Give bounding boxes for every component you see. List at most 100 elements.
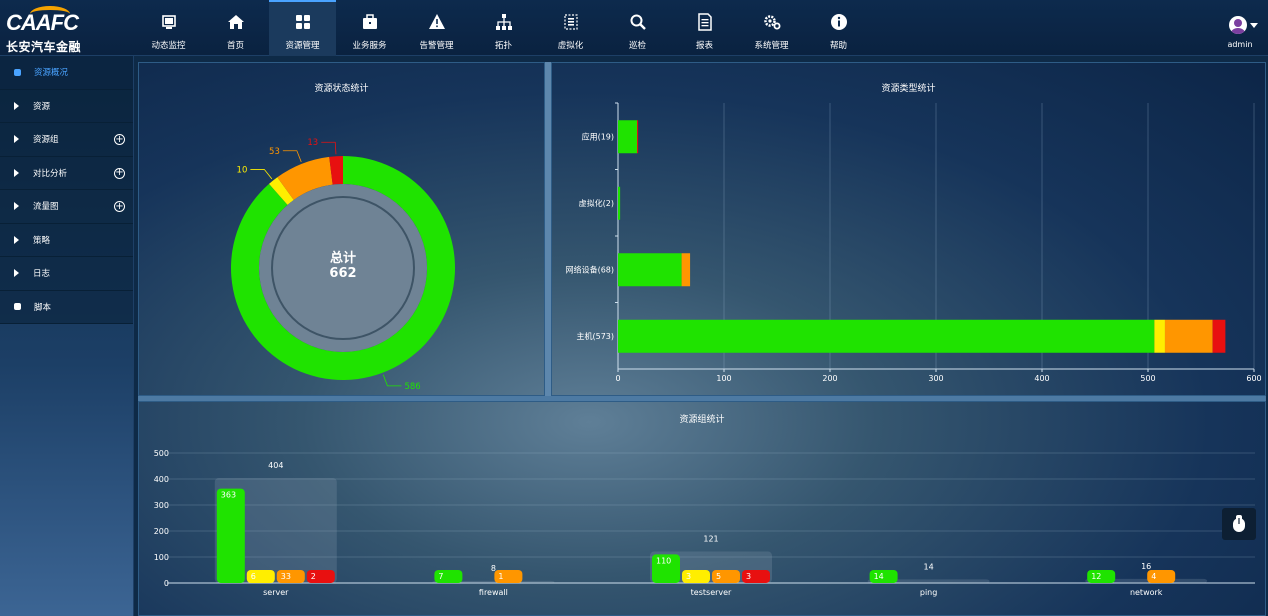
nav-item-3[interactable]: 业务服务 [336, 0, 403, 56]
sidebar-item-6[interactable]: 日志 [0, 257, 133, 291]
vbar-category-label: testserver [691, 588, 732, 597]
vbar-category-label: server [263, 588, 289, 597]
status-donut-chart: 586 10 53 13 总计662 [231, 138, 456, 392]
report-icon [697, 13, 712, 31]
hbar-bar-segment[interactable] [618, 253, 682, 287]
vbar-total-label: 16 [1141, 562, 1151, 571]
vbar-tick-label: 400 [154, 475, 169, 484]
hbar-category-label: 主机(573) [576, 331, 614, 341]
add-icon[interactable]: + [114, 167, 125, 179]
user-menu[interactable]: admin [1220, 14, 1260, 52]
vbar-total-label: 404 [268, 461, 283, 470]
dashboard-content: 资源状态统计 586 10 53 13 总计 662 资源类型统计 0 100 200 300 4… [138, 62, 1266, 616]
topology-icon [495, 14, 512, 30]
vbar-category-label: network [1130, 588, 1163, 597]
nav-item-label: 告警管理 [419, 41, 454, 51]
mouse-icon [1233, 515, 1245, 532]
top-bar: CAAFC 长安汽车金融 动态监控 首页 资源管理 业务服务 告警管理 拓扑 虚拟化 巡检 报表… [0, 0, 1268, 56]
nav-item-5[interactable]: 拓扑 [470, 0, 537, 56]
hbar-bar-segment[interactable] [1212, 319, 1226, 353]
avatar-icon [1229, 16, 1247, 34]
sidebar-item-label: 日志 [33, 269, 51, 280]
vbar-value-label: 7 [438, 572, 443, 581]
vbar-category-label: ping [920, 588, 937, 597]
donut-label-3: 13 [307, 138, 318, 148]
monitor-icon [161, 15, 176, 29]
nav-item-7[interactable]: 巡检 [604, 0, 671, 56]
vbar-total-label: 8 [491, 564, 496, 573]
vbar-total-label: 121 [703, 535, 718, 544]
status-chart-title: 资源状态统计 [314, 84, 369, 94]
grid-icon [295, 15, 310, 29]
vbar-value-label: 3 [686, 572, 691, 581]
info-icon [830, 14, 847, 30]
float-tool-button[interactable] [1222, 508, 1256, 540]
hbar-bar-segment[interactable] [681, 253, 691, 287]
nav-item-1[interactable]: 首页 [202, 0, 269, 56]
donut-label-0: 586 [404, 382, 420, 392]
hbar-tick-label: 100 [716, 374, 731, 383]
sidebar-item-4[interactable]: 流量图 + [0, 190, 133, 224]
donut-label-line-1 [250, 169, 273, 180]
hbar-tick-label: 300 [928, 374, 943, 383]
sidebar-item-3[interactable]: 对比分析 + [0, 156, 133, 190]
nav-item-8[interactable]: 报表 [671, 0, 738, 56]
hbar-bar-segment[interactable] [1164, 319, 1213, 353]
nav-item-label: 动态监控 [151, 41, 186, 51]
caret-right-icon [14, 235, 19, 244]
logo[interactable]: CAAFC 长安汽车金融 [4, 4, 114, 54]
sidebar: 资源概况资源资源组 + 对比分析 + 流量图 + 策略日志脚本 [0, 56, 134, 616]
donut-label-line-3 [321, 141, 337, 155]
nav-item-6[interactable]: 虚拟化 [537, 0, 604, 56]
sidebar-item-1[interactable]: 资源 [0, 89, 133, 123]
nav-item-4[interactable]: 告警管理 [403, 0, 470, 56]
warning-icon [428, 14, 445, 29]
type-bar-chart: 0 100 200 300 400 500 600 应用(19) 虚拟化(2) 网络设备(68) 主… [566, 102, 1262, 383]
sidebar-item-7[interactable]: 脚本 [0, 290, 133, 324]
vbar-value-label: 33 [281, 572, 291, 581]
sidebar-item-5[interactable]: 策略 [0, 223, 133, 257]
nav-item-label: 帮助 [829, 41, 847, 51]
nav-item-label: 首页 [226, 41, 244, 51]
nav-item-label: 报表 [695, 41, 713, 51]
home-icon [227, 15, 244, 29]
hbar-bar-segment[interactable] [1154, 319, 1165, 353]
donut-center-label: 总计 [330, 250, 356, 266]
donut-label-2: 53 [269, 147, 280, 157]
nav-item-2[interactable]: 资源管理 [269, 0, 336, 56]
nav-item-0[interactable]: 动态监控 [135, 0, 202, 56]
add-icon[interactable]: + [114, 134, 125, 145]
hbar-bar-segment[interactable] [618, 120, 638, 154]
main-nav: 动态监控 首页 资源管理 业务服务 告警管理 拓扑 虚拟化 巡检 报表 系统管理 帮助 [135, 0, 872, 56]
donut-label-1: 10 [237, 166, 248, 176]
caret-right-icon [14, 269, 19, 278]
group-panel: 资源组统计 0 100 200 300 400 500 404 363 6 33 2 server 8 7… [138, 401, 1266, 616]
nav-item-9[interactable]: 系统管理 [738, 0, 805, 56]
vbar-tick-label: 500 [154, 449, 169, 458]
hbar-tick-label: 600 [1246, 374, 1261, 383]
vbar-bar[interactable] [216, 488, 245, 583]
donut-label-line-2 [282, 150, 302, 163]
hbar-bar-segment[interactable] [637, 120, 639, 154]
hbar-tick-label: 0 [615, 374, 620, 383]
bullet-icon [14, 303, 21, 311]
add-icon[interactable]: + [114, 201, 125, 212]
type-panel: 资源类型统计 0 100 200 300 400 500 600 应用(19) 虚拟化(2) 网络… [551, 62, 1266, 396]
hbar-bar-segment[interactable] [618, 319, 1155, 353]
sidebar-item-2[interactable]: 资源组 + [0, 123, 133, 157]
sidebar-item-label: 资源 [33, 101, 51, 112]
caret-right-icon [14, 101, 19, 110]
vbar-value-label: 3 [746, 572, 751, 581]
sidebar-item-0[interactable]: 资源概况 [0, 56, 133, 90]
hbar-tick-label: 200 [822, 374, 837, 383]
donut-center-value: 662 [329, 266, 356, 281]
nav-item-10[interactable]: 帮助 [805, 0, 872, 56]
hbar-tick-label: 400 [1034, 374, 1049, 383]
logo-brand: CAAFC [6, 10, 79, 35]
caret-right-icon [14, 202, 19, 211]
vbar-value-label: 12 [1091, 572, 1101, 581]
vbar-value-label: 5 [716, 572, 721, 581]
hbar-bar-segment[interactable] [618, 186, 621, 220]
hbar-tick-label: 500 [1140, 374, 1155, 383]
caret-right-icon [14, 168, 19, 177]
